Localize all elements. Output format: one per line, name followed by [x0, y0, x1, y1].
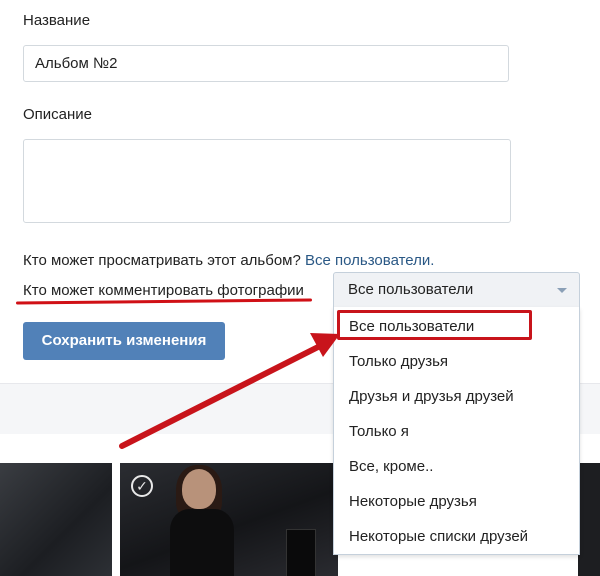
- annotation-arrow: [119, 333, 340, 449]
